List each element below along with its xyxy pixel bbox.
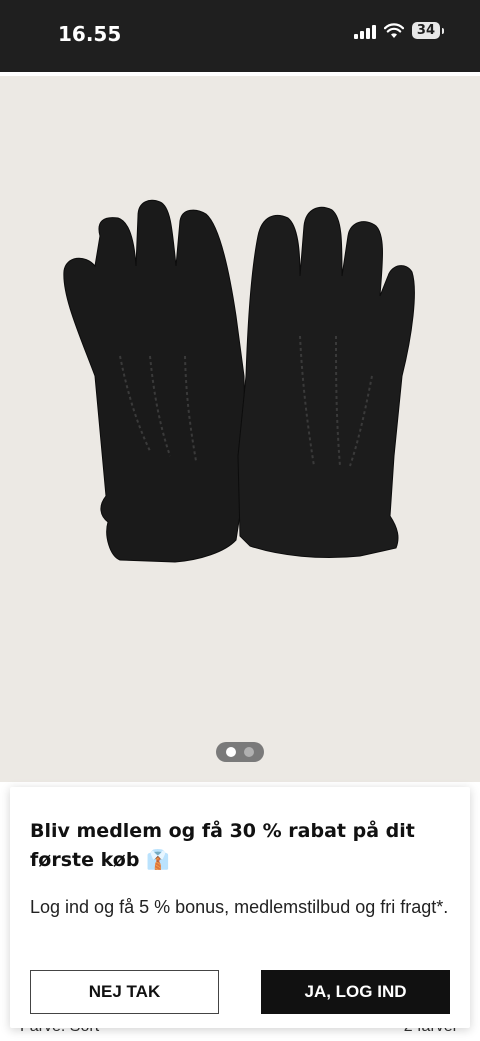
right-glove (237, 206, 415, 559)
carousel-dot-2[interactable] (244, 747, 254, 757)
gloves-image (63, 199, 415, 563)
decline-button[interactable]: NEJ TAK (30, 970, 219, 1014)
status-bar: 16.55 34 (0, 0, 480, 72)
left-glove (63, 199, 247, 563)
battery-level: 34 (416, 23, 435, 38)
membership-popup: Bliv medlem og få 30 % rabat på dit førs… (10, 787, 470, 1028)
carousel-dot-1[interactable] (226, 747, 236, 757)
login-button[interactable]: JA, LOG IND (261, 970, 450, 1014)
signal-icon (353, 23, 376, 39)
popup-body: Log ind og få 5 % bonus, medlemstilbud o… (30, 897, 449, 917)
status-time: 16.55 (58, 22, 122, 46)
carousel-indicator[interactable] (216, 742, 264, 762)
product-image[interactable] (0, 76, 480, 782)
battery-icon: 34 (411, 22, 445, 39)
popup-title: Bliv medlem og få 30 % rabat på dit førs… (30, 820, 415, 871)
wifi-icon (383, 22, 404, 38)
status-icons: 34 (353, 22, 445, 39)
